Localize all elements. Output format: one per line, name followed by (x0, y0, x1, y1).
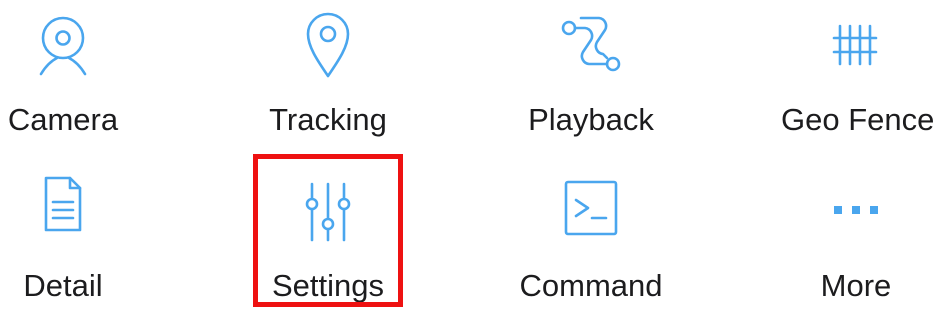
menu-item-camera[interactable]: Camera (0, 0, 138, 150)
document-icon (44, 176, 82, 232)
camera-label: Camera (7, 102, 119, 137)
fence-icon (832, 24, 878, 66)
menu-item-geo-fence[interactable]: Geo Fence (781, 0, 933, 150)
more-dots-icon (834, 206, 878, 214)
detail-label: Detail (23, 268, 103, 303)
settings-label: Settings (271, 268, 384, 303)
geo-fence-label: Geo Fence (781, 102, 933, 137)
menu-item-settings[interactable]: Settings (253, 160, 403, 310)
route-icon (561, 16, 621, 72)
menu-item-more[interactable]: More (781, 160, 931, 310)
sliders-icon (305, 182, 351, 242)
location-pin-icon (306, 12, 350, 78)
playback-label: Playback (528, 102, 654, 137)
camera-icon (39, 16, 87, 76)
menu-item-playback[interactable]: Playback (516, 0, 666, 150)
tracking-label: Tracking (269, 102, 387, 137)
menu-item-detail[interactable]: Detail (0, 160, 138, 310)
menu-item-tracking[interactable]: Tracking (253, 0, 403, 150)
more-label: More (820, 268, 892, 303)
menu-item-command[interactable]: Command (516, 160, 666, 310)
terminal-icon (564, 180, 618, 236)
command-label: Command (519, 268, 663, 303)
